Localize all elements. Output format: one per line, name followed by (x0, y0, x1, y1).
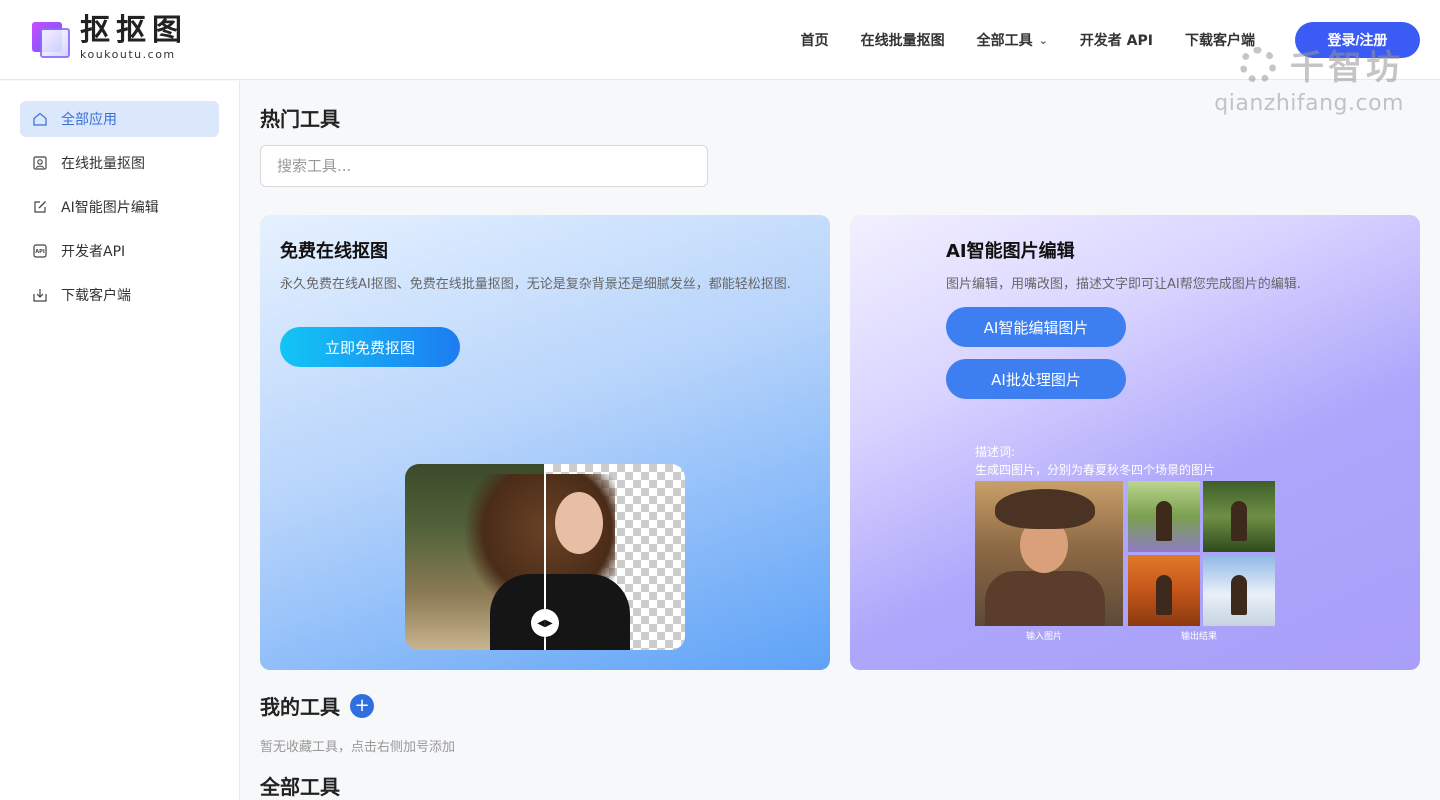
card-ai-image-edit: AI智能图片编辑 图片编辑，用嘴改图，描述文字即可让AI帮您完成图片的编辑. A… (850, 215, 1420, 670)
caption-output: 输出结果 (1181, 632, 1218, 642)
sidebar-item-label: 全部应用 (61, 112, 117, 128)
demo-person-face (555, 492, 603, 554)
my-tools-title: 我的工具 (260, 695, 340, 719)
top-header: 抠抠图 koukoutu.com 首页 在线批量抠图 全部工具 ⌄ 开发者 API… (0, 0, 1440, 80)
sidebar-item-label: 下载客户端 (61, 288, 131, 304)
sidebar-item-download-client[interactable]: 下载客户端 (20, 277, 219, 313)
chevron-down-icon: ⌄ (1038, 33, 1048, 47)
prompt-text: 生成四图片，分别为春夏秋冬四个场景的图片 (975, 463, 1216, 477)
api-icon: API (33, 244, 47, 258)
sidebar-item-ai-edit[interactable]: AI智能图片编辑 (20, 189, 219, 225)
nav-home[interactable]: 首页 (801, 30, 829, 50)
card-free-cutout: 免费在线抠图 永久免费在线AI抠图、免费在线批量抠图，无论是复杂背景还是细腻发丝… (260, 215, 830, 670)
card-title: 免费在线抠图 (280, 241, 388, 262)
login-register-button[interactable]: 登录/注册 (1295, 22, 1420, 58)
add-tool-button[interactable]: + (350, 693, 374, 718)
download-icon (33, 288, 47, 302)
watermark-text-en: qianzhifang.com (1214, 91, 1404, 116)
hot-tools-title: 热门工具 (260, 107, 340, 131)
my-tools-empty-hint: 暂无收藏工具，点击右侧加号添加 (260, 740, 456, 755)
sidebar-item-label: 在线批量抠图 (61, 156, 145, 172)
demo-person-body (490, 574, 630, 650)
sidebar-item-all-apps[interactable]: 全部应用 (20, 101, 219, 137)
nav-batch-cutout[interactable]: 在线批量抠图 (861, 30, 945, 50)
sidebar-item-developer-api[interactable]: API 开发者API (20, 233, 219, 269)
logo-text-cn: 抠抠图 (80, 13, 188, 48)
sidebar-item-batch-cutout[interactable]: 在线批量抠图 (20, 145, 219, 181)
logo-text-en: koukoutu.com (80, 48, 176, 61)
card-description: 永久免费在线AI抠图、免费在线批量抠图，无论是复杂背景还是细腻发丝，都能轻松抠图… (280, 277, 791, 292)
main-nav: 首页 在线批量抠图 全部工具 ⌄ 开发者 API 下载客户端 (769, 0, 1255, 80)
prompt-title: 描述词: (975, 445, 1016, 459)
search-input[interactable] (260, 145, 708, 187)
input-image (975, 481, 1123, 626)
nav-developer-api[interactable]: 开发者 API (1080, 30, 1153, 50)
output-image-winter (1203, 555, 1275, 626)
edit-icon (33, 200, 47, 214)
card-description: 图片编辑，用嘴改图，描述文字即可让AI帮您完成图片的编辑. (946, 277, 1301, 292)
svg-text:API: API (35, 249, 45, 255)
nav-all-tools[interactable]: 全部工具 ⌄ (977, 30, 1048, 50)
compare-slider-handle[interactable]: ◀▶ (531, 609, 559, 637)
cutout-demo-image: ◀▶ (405, 464, 685, 650)
card-title: AI智能图片编辑 (946, 241, 1075, 262)
output-image-grid (1128, 481, 1276, 627)
caption-input: 输入图片 (1026, 632, 1063, 642)
ai-batch-image-button[interactable]: AI批处理图片 (946, 359, 1126, 399)
free-cutout-button[interactable]: 立即免费抠图 (280, 327, 460, 367)
nav-download-client[interactable]: 下载客户端 (1185, 30, 1255, 50)
sidebar-item-label: AI智能图片编辑 (61, 200, 159, 216)
output-image-spring (1128, 481, 1200, 552)
logo-mark-icon (32, 18, 72, 60)
home-icon (33, 112, 47, 126)
sidebar-item-label: 开发者API (61, 244, 126, 260)
ai-edit-image-button[interactable]: AI智能编辑图片 (946, 307, 1126, 347)
portrait-icon (33, 156, 47, 170)
all-tools-title: 全部工具 (260, 775, 340, 799)
output-image-autumn (1128, 555, 1200, 626)
sidebar: 全部应用 在线批量抠图 AI智能图片编辑 API 开发者API 下载客户端 (0, 81, 240, 800)
my-tools-header: 我的工具 + (260, 691, 374, 720)
prompt-label: 描述词: 生成四图片，分别为春夏秋冬四个场景的图片 (975, 443, 1215, 479)
site-logo[interactable]: 抠抠图 koukoutu.com (32, 16, 188, 61)
output-image-summer (1203, 481, 1275, 552)
